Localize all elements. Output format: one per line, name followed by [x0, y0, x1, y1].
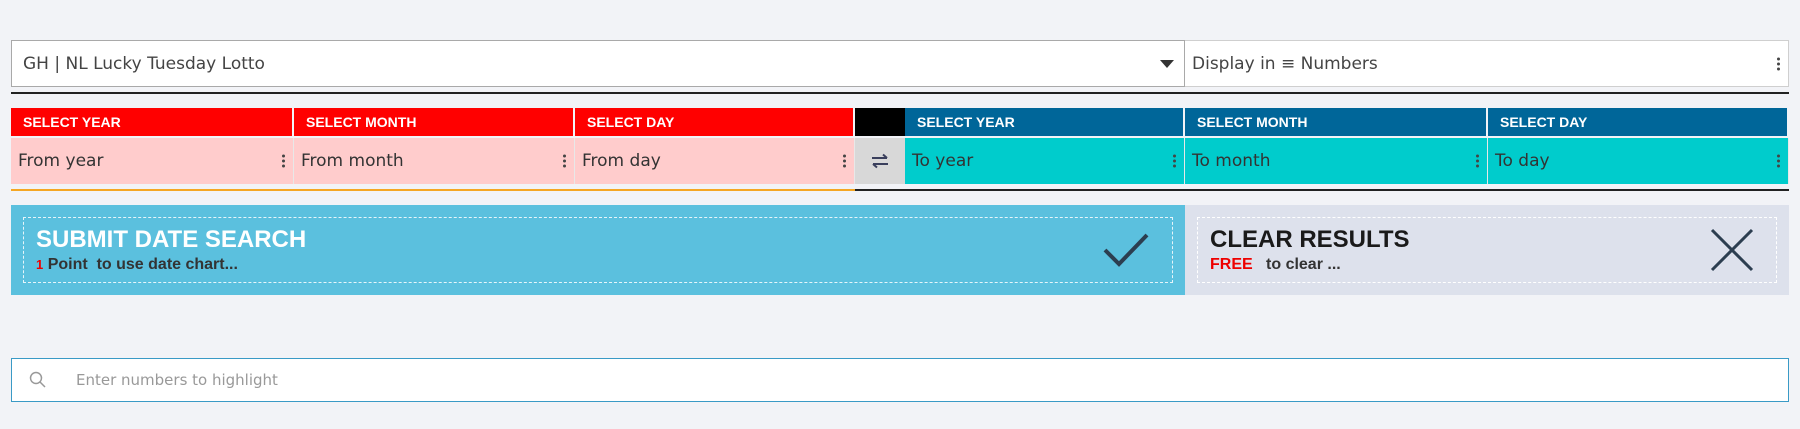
- to-month-select[interactable]: To month: [1185, 138, 1488, 184]
- to-year-column: SELECT YEAR To year: [905, 108, 1185, 184]
- submit-cost-label: Point: [47, 256, 88, 273]
- checkmark-icon: [1103, 233, 1149, 267]
- submit-cost: 1 Point to use date chart...: [36, 256, 1160, 274]
- clear-cost-label: FREE: [1210, 256, 1253, 273]
- caret-down-icon: [1160, 60, 1174, 68]
- to-day-select[interactable]: To day: [1488, 138, 1789, 184]
- kebab-menu-icon: [1476, 154, 1479, 168]
- kebab-menu-icon: [1173, 154, 1176, 168]
- display-mode-select[interactable]: Display in ≡ Numbers: [1185, 40, 1789, 87]
- from-day-column: SELECT DAY From day: [575, 108, 855, 184]
- kebab-menu-icon: [1777, 57, 1780, 70]
- to-day-column: SELECT DAY To day: [1488, 108, 1789, 184]
- swap-arrows-icon: [872, 153, 888, 169]
- kebab-menu-icon: [282, 154, 285, 168]
- to-year-value: To year: [912, 151, 974, 171]
- from-month-header: SELECT MONTH: [294, 108, 575, 136]
- to-day-header: SELECT DAY: [1488, 108, 1789, 136]
- clear-title: CLEAR RESULTS: [1210, 226, 1410, 253]
- kebab-menu-icon: [843, 154, 846, 168]
- clear-desc: to clear ...: [1266, 256, 1341, 273]
- from-month-select[interactable]: From month: [294, 138, 575, 184]
- from-year-header: SELECT YEAR: [11, 108, 294, 136]
- swap-dates-button[interactable]: [855, 138, 905, 184]
- from-day-select[interactable]: From day: [575, 138, 855, 184]
- swap-header: [855, 108, 905, 136]
- from-month-value: From month: [301, 151, 404, 171]
- kebab-menu-icon: [1777, 154, 1780, 168]
- to-month-column: SELECT MONTH To month: [1185, 108, 1488, 184]
- date-range-selector: SELECT YEAR From year SELECT MONTH From …: [11, 108, 1789, 184]
- to-year-header: SELECT YEAR: [905, 108, 1185, 136]
- search-icon: [12, 370, 64, 390]
- from-year-column: SELECT YEAR From year: [11, 108, 294, 184]
- from-day-value: From day: [582, 151, 661, 171]
- game-select-value: GH | NL Lucky Tuesday Lotto: [23, 53, 265, 74]
- display-mode-value: Display in ≡ Numbers: [1192, 53, 1378, 74]
- clear-cost: FREE to clear ...: [1210, 256, 1764, 274]
- divider: [11, 189, 855, 191]
- action-buttons: SUBMIT DATE SEARCH 1 Point to use date c…: [11, 205, 1789, 295]
- clear-results-button[interactable]: CLEAR RESULTS FREE to clear ...: [1185, 205, 1789, 295]
- to-day-value: To day: [1495, 151, 1550, 171]
- divider: [11, 92, 1789, 94]
- clear-inner: CLEAR RESULTS FREE to clear ...: [1197, 217, 1777, 283]
- close-icon: [1710, 228, 1754, 272]
- from-year-value: From year: [18, 151, 104, 171]
- swap-column: [855, 108, 905, 184]
- to-month-header: SELECT MONTH: [1185, 108, 1488, 136]
- to-year-select[interactable]: To year: [905, 138, 1185, 184]
- submit-desc: to use date chart...: [96, 256, 238, 273]
- submit-date-search-button[interactable]: SUBMIT DATE SEARCH 1 Point to use date c…: [11, 205, 1185, 295]
- highlight-numbers-input[interactable]: [64, 359, 1788, 401]
- submit-inner: SUBMIT DATE SEARCH 1 Point to use date c…: [23, 217, 1173, 283]
- divider: [855, 189, 1789, 191]
- game-select[interactable]: GH | NL Lucky Tuesday Lotto: [11, 40, 1185, 87]
- from-year-select[interactable]: From year: [11, 138, 294, 184]
- kebab-menu-icon: [563, 154, 566, 168]
- top-row: GH | NL Lucky Tuesday Lotto Display in ≡…: [11, 40, 1789, 87]
- to-month-value: To month: [1192, 151, 1271, 171]
- from-day-header: SELECT DAY: [575, 108, 855, 136]
- submit-cost-number: 1: [36, 257, 44, 272]
- highlight-search-bar: [11, 358, 1789, 402]
- submit-title: SUBMIT DATE SEARCH: [36, 226, 307, 253]
- from-month-column: SELECT MONTH From month: [294, 108, 575, 184]
